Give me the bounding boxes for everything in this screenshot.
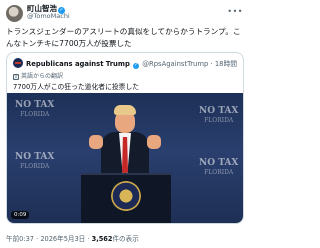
post-metadata: 午前0:37 · 2026年5月3日 · 3,562件の表示 [6, 233, 139, 243]
backdrop-subtext: FLORIDA [204, 117, 234, 124]
backdrop-sign: NO TAX FLORIDA [15, 101, 54, 119]
views-count: 3,562 [91, 235, 113, 243]
quote-separator: · [210, 60, 213, 68]
quote-text: 7700万人がこの狂った道化者に投票した [13, 83, 140, 91]
meta-separator: · [36, 235, 39, 243]
quote-author-handle[interactable]: @RpsAgainstTrump [142, 60, 208, 68]
backdrop-subtext: FLORIDA [20, 111, 50, 118]
post-text: トランスジェンダーのアスリートの真似をしてからかうトランプ。こんなトンチキに77… [6, 27, 241, 48]
podium [81, 173, 171, 223]
presidential-seal-icon [111, 181, 141, 211]
views-label: 件の表示 [112, 235, 139, 243]
video-player[interactable]: NO TAX FLORIDA NO TAX FLORIDA NO TAX FLO… [7, 93, 243, 223]
quote-header: Republicans against Trump ✓ @RpsAgainstT… [26, 58, 237, 69]
video-duration: 0:09 [11, 211, 30, 219]
post-time[interactable]: 午前0:37 [6, 235, 34, 243]
backdrop-sign: NO TAX FLORIDA [199, 107, 238, 125]
author-avatar[interactable] [6, 5, 23, 22]
quote-verified-badge-icon: ✓ [133, 63, 140, 69]
translation-note[interactable]: 文英語からの翻訳 [13, 71, 63, 80]
author-handle[interactable]: @TomoMachi [27, 12, 70, 20]
post-date[interactable]: 2026年5月3日 [40, 235, 85, 243]
backdrop-text: NO TAX [199, 106, 239, 116]
quote-timestamp[interactable]: 18時間 [215, 60, 237, 68]
quote-author-name[interactable]: Republicans against Trump [26, 60, 130, 68]
backdrop-subtext: FLORIDA [204, 169, 234, 176]
meta-separator: · [87, 235, 90, 243]
translate-icon: 文 [13, 74, 19, 80]
quoted-tweet[interactable]: Republicans against Trump ✓ @RpsAgainstT… [6, 52, 244, 224]
backdrop-text: NO TAX [15, 100, 55, 110]
more-options-icon[interactable]: ••• [227, 7, 243, 16]
backdrop-sign: NO TAX FLORIDA [15, 153, 54, 171]
backdrop-subtext: FLORIDA [20, 163, 50, 170]
backdrop-sign: NO TAX FLORIDA [199, 159, 238, 177]
backdrop-text: NO TAX [15, 152, 55, 162]
quote-author-avatar[interactable] [13, 58, 23, 68]
translation-label: 英語からの翻訳 [21, 73, 64, 80]
backdrop-text: NO TAX [199, 158, 239, 168]
